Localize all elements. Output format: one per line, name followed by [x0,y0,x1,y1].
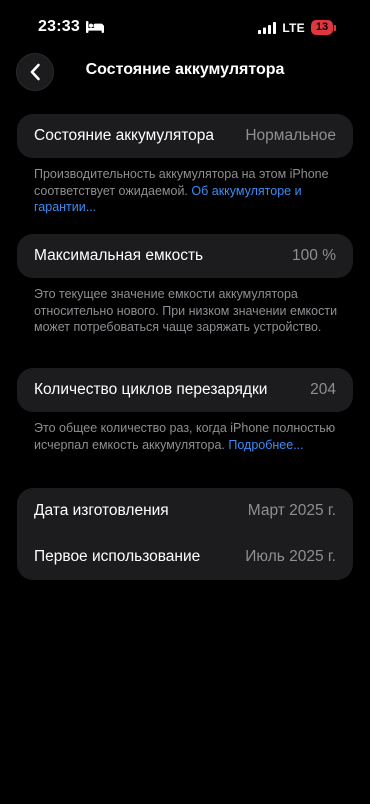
dates-card: Дата изготовления Март 2025 г. Первое ис… [17,488,353,580]
manufacture-date-label: Дата изготовления [34,502,169,519]
cellular-signal-icon [258,21,277,34]
cycle-count-note: Это общее количество раз, когда iPhone п… [34,420,344,453]
battery-health-note: Производительность аккумулятора на этом … [34,166,344,216]
battery-health-label: Состояние аккумулятора [34,127,215,144]
battery-health-row: Состояние аккумулятора Нормальное [17,114,353,158]
max-capacity-card: Максимальная емкость 100 % [17,234,353,278]
bed-icon [85,21,104,33]
status-time-group: 23:33 [38,18,104,36]
battery-level: 13 [311,20,333,35]
battery-health-card: Состояние аккумулятора Нормальное [17,114,353,158]
status-time: 23:33 [38,18,80,35]
first-use-row: Первое использование Июль 2025 г. [17,534,353,580]
battery-icon: 13 [311,20,336,35]
cycle-count-row: Количество циклов перезарядки 204 [17,368,353,412]
cycle-count-card: Количество циклов перезарядки 204 [17,368,353,412]
max-capacity-row: Максимальная емкость 100 % [17,234,353,278]
network-type: LTE [282,20,305,35]
page-title: Состояние аккумулятора [85,61,285,78]
manufacture-date-value: Март 2025 г. [247,502,336,519]
manufacture-date-row: Дата изготовления Март 2025 г. [17,488,353,534]
status-right-group: LTE 13 [258,20,336,35]
max-capacity-note: Это текущее значение емкости аккумулятор… [34,286,344,336]
first-use-label: Первое использование [34,548,201,565]
battery-health-value: Нормальное [245,127,336,144]
max-capacity-label: Максимальная емкость [34,247,204,264]
battery-tip [334,24,336,31]
max-capacity-note-text: Это текущее значение емкости аккумулятор… [34,287,338,334]
max-capacity-value: 100 % [292,247,336,264]
first-use-value: Июль 2025 г. [245,548,336,565]
status-bar: 23:33 LTE 13 [0,14,370,42]
learn-more-link[interactable]: Подробнее... [228,438,303,452]
cycle-count-value: 204 [310,381,336,398]
cycle-count-label: Количество циклов перезарядки [34,381,268,398]
